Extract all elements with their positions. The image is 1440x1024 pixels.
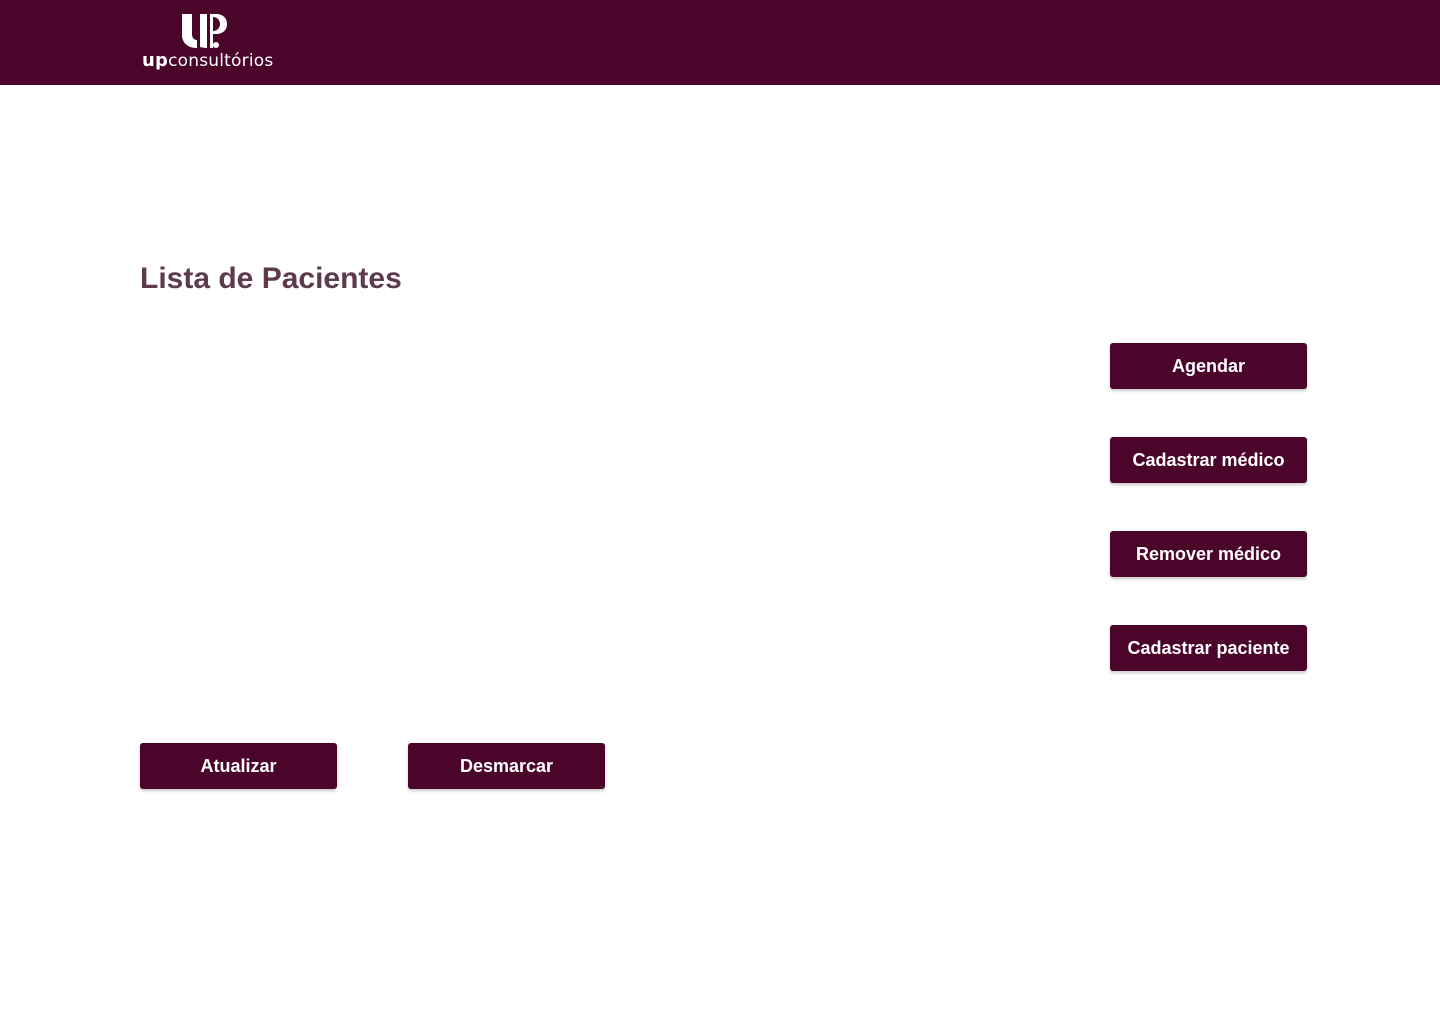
logo-prefix: up <box>142 50 169 71</box>
cadastrar-paciente-button[interactable]: Cadastrar paciente <box>1110 625 1307 671</box>
desmarcar-button[interactable]: Desmarcar <box>408 743 605 789</box>
remover-medico-button[interactable]: Remover médico <box>1110 531 1307 577</box>
patient-list <box>140 320 1040 710</box>
agendar-button[interactable]: Agendar <box>1110 343 1307 389</box>
atualizar-button[interactable]: Atualizar <box>140 743 337 789</box>
top-bar: upconsultórios <box>0 0 1440 85</box>
up-logo-mark-icon <box>182 14 227 48</box>
logo-suffix: consultórios <box>168 51 274 71</box>
cadastrar-medico-button[interactable]: Cadastrar médico <box>1110 437 1307 483</box>
page-title: Lista de Pacientes <box>140 262 402 295</box>
app-logo[interactable]: upconsultórios <box>140 12 280 76</box>
logo-wordmark: upconsultórios <box>142 50 273 71</box>
